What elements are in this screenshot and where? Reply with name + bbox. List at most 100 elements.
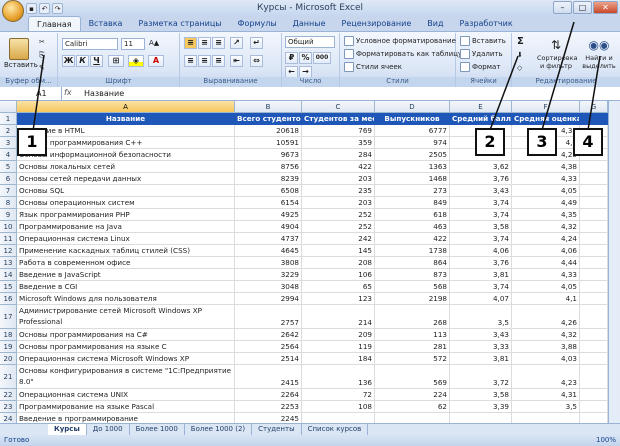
cell[interactable]: Программирование на Java xyxy=(17,221,235,233)
cell[interactable]: 4737 xyxy=(235,233,302,245)
row-header[interactable]: 17 xyxy=(0,305,17,329)
cell[interactable]: 3,58 xyxy=(450,221,512,233)
cell[interactable]: 145 xyxy=(302,245,375,257)
cell[interactable] xyxy=(580,401,608,413)
cell[interactable]: Средняя оценка xyxy=(512,113,580,125)
cell[interactable]: 4,44 xyxy=(512,257,580,269)
cell[interactable]: 2564 xyxy=(235,341,302,353)
redo-icon[interactable]: ↷ xyxy=(52,3,63,14)
align-middle-icon[interactable]: ≡ xyxy=(198,37,211,49)
cell[interactable] xyxy=(580,257,608,269)
cell[interactable]: 873 xyxy=(375,269,450,281)
maximize-button[interactable]: □ xyxy=(573,1,592,14)
cell[interactable]: 2642 xyxy=(235,329,302,341)
row-header[interactable]: 24 xyxy=(0,413,17,423)
cell[interactable]: 2245 xyxy=(235,413,302,423)
row-header[interactable]: 13 xyxy=(0,257,17,269)
cell[interactable]: 2994 xyxy=(235,293,302,305)
cell[interactable]: 113 xyxy=(375,329,450,341)
copy-icon[interactable]: ⎘ xyxy=(38,49,46,62)
cell[interactable]: Студентов за месяц xyxy=(302,113,375,125)
cell[interactable]: 203 xyxy=(302,173,375,185)
cell[interactable]: 65 xyxy=(302,281,375,293)
italic-button[interactable]: К xyxy=(76,55,89,67)
cell[interactable]: Введение в CGI xyxy=(17,281,235,293)
delete-cells-button[interactable]: Удалить xyxy=(459,48,504,61)
cell[interactable]: 4,06 xyxy=(450,245,512,257)
undo-icon[interactable]: ↶ xyxy=(39,3,50,14)
cell[interactable]: 4,31 xyxy=(512,389,580,401)
currency-icon[interactable]: ₽ xyxy=(285,52,298,64)
align-top-icon[interactable]: ≡ xyxy=(184,37,197,49)
find-select-button[interactable]: ◉◉ Найти и выделить xyxy=(580,35,618,71)
cell[interactable] xyxy=(580,233,608,245)
cell[interactable]: Программирование на языке Pascal xyxy=(17,401,235,413)
cell[interactable]: 72 xyxy=(302,389,375,401)
cell[interactable] xyxy=(580,281,608,293)
cell[interactable]: 252 xyxy=(302,221,375,233)
cell[interactable]: 184 xyxy=(302,353,375,365)
name-box[interactable]: A1 xyxy=(0,87,62,100)
cell[interactable]: Администрирование сетей Microsoft Window… xyxy=(17,305,235,329)
row-header[interactable]: 2 xyxy=(0,125,17,137)
cell[interactable]: Применение каскадных таблиц стилей (CSS) xyxy=(17,245,235,257)
cell[interactable]: 3229 xyxy=(235,269,302,281)
cell[interactable]: 281 xyxy=(375,341,450,353)
tab-0[interactable]: Главная xyxy=(28,16,81,32)
tab-2[interactable]: Разметка страницы xyxy=(130,16,229,32)
autosum-button[interactable]: Σ xyxy=(516,35,525,48)
cell[interactable]: 62 xyxy=(375,401,450,413)
cell[interactable]: 359 xyxy=(302,137,375,149)
cell[interactable] xyxy=(580,245,608,257)
cell[interactable]: 284 xyxy=(302,149,375,161)
vertical-scrollbar[interactable] xyxy=(608,101,620,423)
fx-icon[interactable]: fx xyxy=(64,88,78,99)
wrap-text-icon[interactable]: ↵ xyxy=(250,37,263,49)
cell[interactable]: Всего студентов xyxy=(235,113,302,125)
borders-icon[interactable]: ⊞ xyxy=(108,55,124,67)
row-header[interactable]: 7 xyxy=(0,185,17,197)
cell[interactable]: 4,38 xyxy=(512,161,580,173)
cell[interactable]: 864 xyxy=(375,257,450,269)
cell[interactable] xyxy=(580,269,608,281)
row-header[interactable]: 6 xyxy=(0,173,17,185)
cell[interactable]: 3,74 xyxy=(450,281,512,293)
cell[interactable]: 6777 xyxy=(375,125,450,137)
cell[interactable] xyxy=(580,365,608,389)
cell[interactable]: 3,81 xyxy=(450,353,512,365)
tab-5[interactable]: Рецензирование xyxy=(334,16,420,32)
format-painter-icon[interactable]: ✎ xyxy=(38,62,46,75)
cell[interactable]: 3808 xyxy=(235,257,302,269)
cell[interactable]: Средний балл xyxy=(450,113,512,125)
cell[interactable]: Основы информационной безопасности xyxy=(17,149,235,161)
sort-filter-button[interactable]: ⇅ Сортировка и фильтр xyxy=(536,35,578,71)
row-header[interactable]: 16 xyxy=(0,293,17,305)
font-name-select[interactable]: Calibri xyxy=(62,38,118,50)
cell[interactable] xyxy=(580,197,608,209)
cell[interactable]: Операционная система UNIX xyxy=(17,389,235,401)
cell[interactable]: 268 xyxy=(375,305,450,329)
cell[interactable]: 6508 xyxy=(235,185,302,197)
cell[interactable]: 4,26 xyxy=(512,305,580,329)
merge-icon[interactable]: ⇔ xyxy=(250,55,263,67)
cell[interactable]: 3,5 xyxy=(512,401,580,413)
cell[interactable]: 4,24 xyxy=(512,233,580,245)
cell[interactable] xyxy=(302,413,375,423)
cell[interactable]: 3,88 xyxy=(512,341,580,353)
cell[interactable]: 242 xyxy=(302,233,375,245)
row-header[interactable]: 21 xyxy=(0,365,17,389)
insert-cells-button[interactable]: Вставить xyxy=(459,35,507,48)
number-format-select[interactable]: Общий xyxy=(285,36,335,48)
row-header[interactable]: 4 xyxy=(0,149,17,161)
cell[interactable]: 4645 xyxy=(235,245,302,257)
cell[interactable]: 209 xyxy=(302,329,375,341)
cell[interactable] xyxy=(580,293,608,305)
cell[interactable]: 2253 xyxy=(235,401,302,413)
zoom-level[interactable]: 100% xyxy=(596,435,616,446)
row-header[interactable]: 11 xyxy=(0,233,17,245)
cell[interactable]: 3,43 xyxy=(450,329,512,341)
cell[interactable]: Название xyxy=(17,113,235,125)
cell[interactable]: Операционная система Microsoft Windows X… xyxy=(17,353,235,365)
cell[interactable]: 4,32 xyxy=(512,221,580,233)
cell[interactable]: Работа в современном офисе xyxy=(17,257,235,269)
